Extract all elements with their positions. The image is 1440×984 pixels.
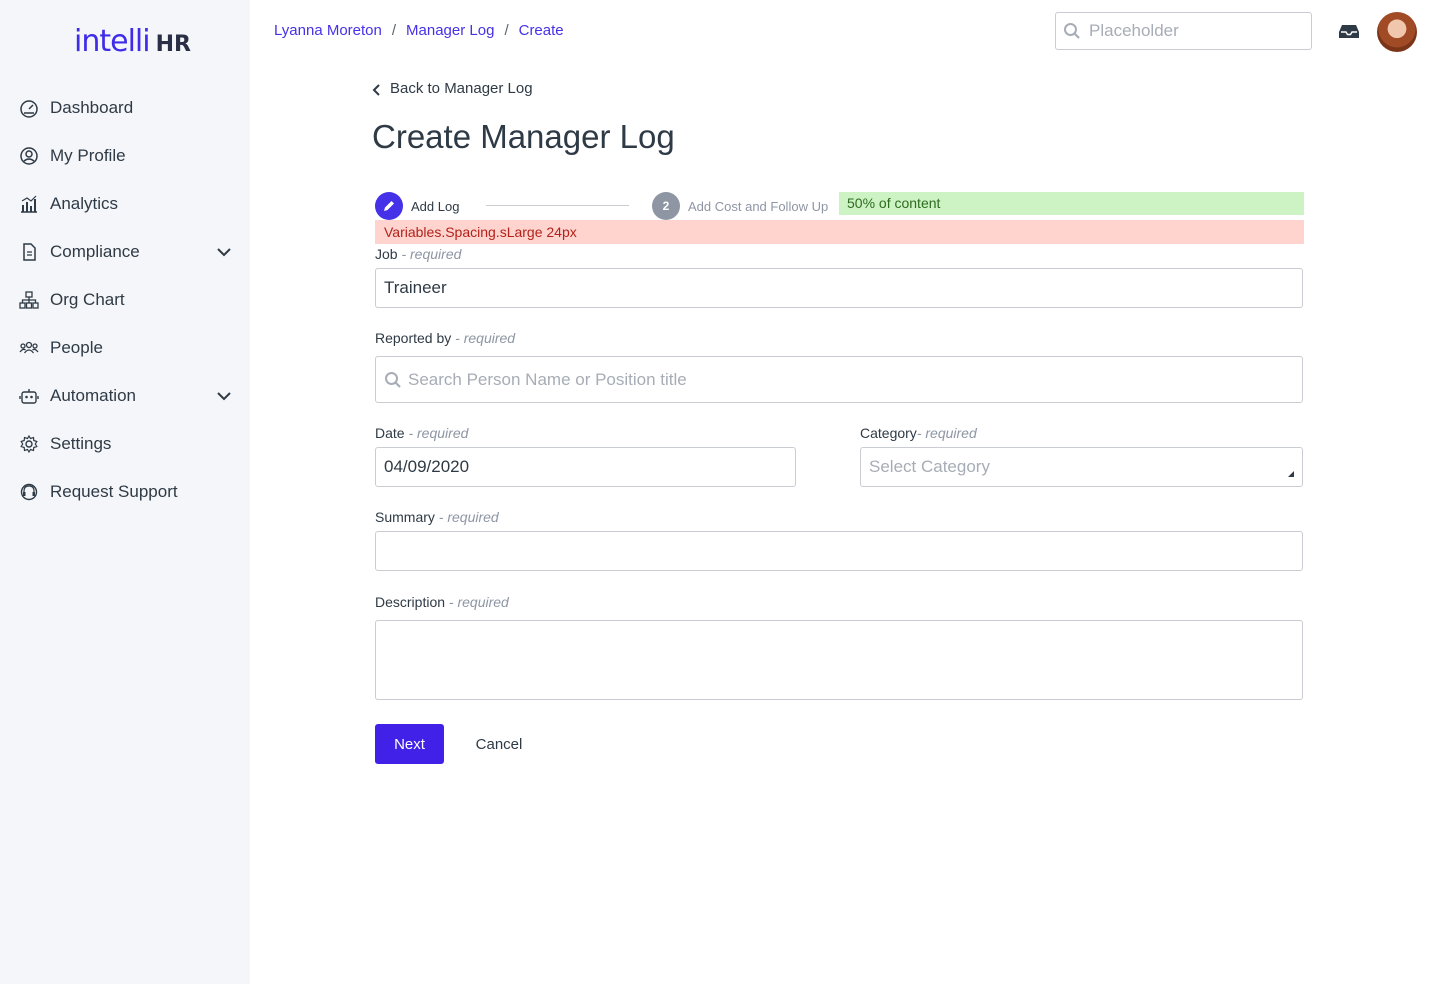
- job-value: Traineer: [384, 278, 447, 297]
- intellihr-logo[interactable]: intelli HR: [74, 24, 191, 64]
- sidebar-item-compliance[interactable]: Compliance: [0, 228, 250, 276]
- sidebar: intelli HR Dashboard My Profile Analytic…: [0, 0, 250, 984]
- reported-by-label-text: Reported by: [375, 330, 452, 346]
- reported-by-label: Reported by - required: [375, 330, 515, 346]
- required-hint: - required: [434, 509, 499, 525]
- org-chart-icon: [18, 289, 40, 311]
- step-label: Add Cost and Follow Up: [688, 198, 829, 214]
- job-field[interactable]: Traineer: [375, 268, 1303, 308]
- date-label: Date - required: [375, 425, 468, 441]
- sidebar-nav: Dashboard My Profile Analytics Complianc…: [0, 84, 250, 516]
- chevron-down-icon[interactable]: [214, 242, 234, 262]
- sidebar-item-label: Dashboard: [50, 98, 134, 117]
- date-label-text: Date: [375, 425, 405, 441]
- date-field[interactable]: 04/09/2020: [375, 447, 796, 487]
- sidebar-item-label: Org Chart: [50, 290, 125, 309]
- sidebar-item-my-profile[interactable]: My Profile: [0, 132, 250, 180]
- annotation-content-width: 50% of content: [839, 192, 1304, 215]
- gear-icon: [18, 433, 40, 455]
- sidebar-item-label: Analytics: [50, 194, 119, 213]
- inbox-icon[interactable]: [1338, 22, 1360, 40]
- logo-text-intelli: intelli: [74, 24, 151, 59]
- sidebar-item-label: Automation: [50, 386, 136, 405]
- breadcrumb: Lyanna Moreton / Manager Log / Create: [274, 22, 564, 39]
- sidebar-item-label: People: [50, 338, 103, 357]
- dashboard-icon: [18, 97, 40, 119]
- back-link-label: Back to Manager Log: [390, 80, 533, 97]
- summary-label: Summary - required: [375, 509, 499, 525]
- required-hint: - required: [404, 425, 469, 441]
- breadcrumb-item-create[interactable]: Create: [519, 22, 564, 39]
- breadcrumb-item-person[interactable]: Lyanna Moreton: [274, 22, 382, 39]
- job-label: Job - required: [375, 246, 461, 262]
- category-label: Category- required: [860, 425, 977, 441]
- description-textarea[interactable]: [375, 620, 1303, 700]
- required-hint: - required: [445, 594, 509, 610]
- sidebar-item-request-support[interactable]: Request Support: [0, 468, 250, 516]
- cancel-button[interactable]: Cancel: [466, 724, 532, 764]
- page-title: Create Manager Log: [372, 118, 675, 155]
- robot-icon: [18, 385, 40, 407]
- back-link[interactable]: Back to Manager Log: [372, 80, 533, 97]
- step-connector: [486, 205, 629, 206]
- chart-icon: [18, 193, 40, 215]
- breadcrumb-item-manager-log[interactable]: Manager Log: [406, 22, 494, 39]
- required-hint: - required: [397, 246, 462, 262]
- summary-label-text: Summary: [375, 509, 435, 525]
- sidebar-item-analytics[interactable]: Analytics: [0, 180, 250, 228]
- summary-field[interactable]: [375, 531, 1303, 571]
- step-number: 2: [652, 192, 680, 220]
- avatar[interactable]: [1377, 12, 1417, 52]
- select-caret-icon: [1288, 464, 1294, 477]
- pencil-icon: [375, 192, 403, 220]
- global-search[interactable]: [1055, 12, 1312, 50]
- required-hint: - required: [451, 330, 516, 346]
- sidebar-item-label: My Profile: [50, 146, 126, 165]
- required-hint: - required: [916, 425, 977, 441]
- annotation-spacing: Variables.Spacing.sLarge 24px: [375, 220, 1304, 244]
- sidebar-item-label: Request Support: [50, 482, 178, 501]
- step-add-cost-follow-up[interactable]: 2 Add Cost and Follow Up: [652, 192, 828, 220]
- category-placeholder: Select Category: [869, 457, 990, 476]
- reported-by-search-field[interactable]: Search Person Name or Position title: [375, 356, 1303, 403]
- sidebar-item-automation[interactable]: Automation: [0, 372, 250, 420]
- breadcrumb-separator: /: [504, 22, 509, 39]
- category-select[interactable]: Select Category: [860, 447, 1303, 487]
- description-label-text: Description: [375, 594, 446, 610]
- step-label: Add Log: [411, 198, 460, 214]
- sidebar-item-dashboard[interactable]: Dashboard: [0, 84, 250, 132]
- reported-by-placeholder: Search Person Name or Position title: [408, 369, 687, 389]
- search-icon: [1063, 22, 1081, 40]
- description-label: Description - required: [375, 594, 509, 610]
- search-input[interactable]: [1087, 20, 1301, 42]
- search-icon: [384, 371, 402, 389]
- sidebar-item-people[interactable]: People: [0, 324, 250, 372]
- breadcrumb-separator: /: [391, 22, 397, 39]
- sidebar-item-org-chart[interactable]: Org Chart: [0, 276, 250, 324]
- headset-icon: [18, 481, 40, 503]
- sidebar-item-settings[interactable]: Settings: [0, 420, 250, 468]
- job-label-text: Job: [375, 246, 398, 262]
- category-label-text: Category: [860, 425, 917, 441]
- date-value: 04/09/2020: [384, 457, 470, 476]
- document-icon: [18, 241, 40, 263]
- sidebar-item-label: Settings: [50, 434, 112, 453]
- logo-text-hr: HR: [155, 32, 191, 57]
- chevron-down-icon[interactable]: [214, 386, 234, 406]
- user-circle-icon: [18, 145, 40, 167]
- step-add-log[interactable]: Add Log: [375, 192, 459, 220]
- sidebar-item-label: Compliance: [50, 242, 140, 261]
- people-icon: [18, 337, 40, 359]
- chevron-left-icon: [372, 83, 382, 96]
- next-button[interactable]: Next: [375, 724, 444, 764]
